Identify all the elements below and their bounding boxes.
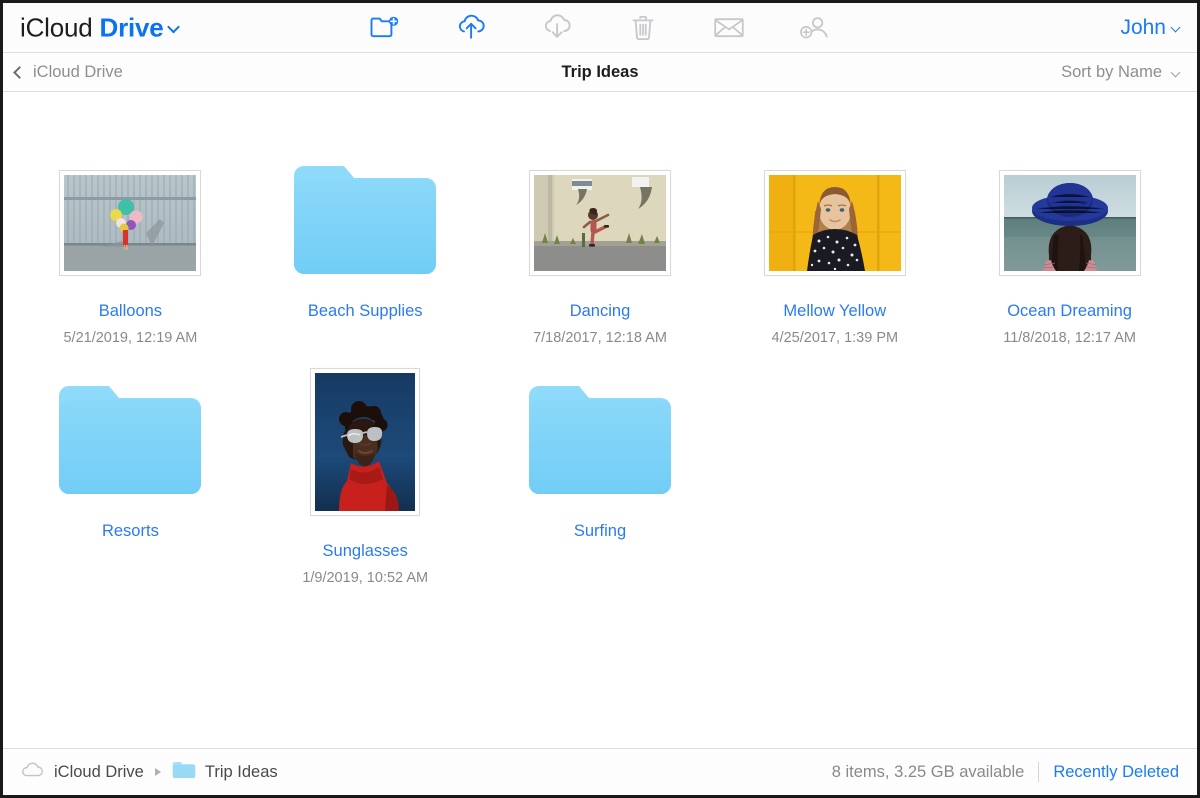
- file-date: 5/21/2019, 12:19 AM: [63, 330, 197, 346]
- toolbar: [3, 3, 1197, 52]
- download-icon: [541, 14, 573, 41]
- file-item-ocean-dreaming[interactable]: Ocean Dreaming 11/8/2018, 12:17 AM: [952, 126, 1187, 346]
- file-item-surfing[interactable]: Surfing: [483, 346, 718, 586]
- new-folder-button[interactable]: [365, 11, 405, 45]
- file-grid: Balloons 5/21/2019, 12:19 AM: [13, 126, 1187, 586]
- back-button[interactable]: iCloud Drive: [15, 63, 123, 82]
- photo-frame: [310, 368, 420, 516]
- breadcrumb-root-label: iCloud Drive: [54, 763, 144, 782]
- breadcrumb-separator-icon: [155, 768, 161, 776]
- folder-icon: [527, 384, 673, 496]
- breadcrumb-root[interactable]: iCloud Drive: [21, 762, 144, 783]
- chevron-down-icon: [169, 10, 178, 41]
- new-folder-icon: [370, 15, 400, 41]
- status-bar: iCloud Drive Trip Ideas 8 items, 3.25 GB…: [3, 748, 1197, 795]
- folder-icon-small: [172, 761, 196, 784]
- breadcrumb-current-label: Trip Ideas: [205, 763, 278, 782]
- file-name: Beach Supplies: [308, 302, 423, 322]
- file-grid-container: Balloons 5/21/2019, 12:19 AM: [3, 92, 1197, 748]
- file-item-balloons[interactable]: Balloons 5/21/2019, 12:19 AM: [13, 126, 248, 346]
- chevron-left-icon: [15, 63, 24, 82]
- cloud-icon: [21, 762, 45, 783]
- chevron-down-icon: [1172, 63, 1179, 82]
- file-item-mellow-yellow[interactable]: Mellow Yellow 4/25/2017, 1:39 PM: [717, 126, 952, 346]
- user-name-label: John: [1120, 16, 1166, 40]
- file-date: 11/8/2018, 12:17 AM: [1003, 330, 1136, 346]
- photo-thumbnail-dancing: [534, 175, 666, 271]
- file-name: Ocean Dreaming: [1007, 302, 1132, 322]
- mail-button[interactable]: [709, 11, 749, 45]
- breadcrumb-current[interactable]: Trip Ideas: [172, 761, 278, 784]
- user-account-menu[interactable]: John: [1120, 16, 1179, 40]
- photo-thumbnail-sunglasses: [315, 373, 415, 511]
- trash-icon: [630, 14, 656, 42]
- photo-frame: [764, 170, 906, 276]
- file-name: Surfing: [574, 522, 626, 542]
- status-right: 8 items, 3.25 GB available Recently Dele…: [832, 762, 1179, 782]
- storage-status: 8 items, 3.25 GB available: [832, 763, 1025, 782]
- photo-frame: [999, 170, 1141, 276]
- thumbnail-area: [527, 366, 673, 496]
- photo-frame: [529, 170, 671, 276]
- file-date: 4/25/2017, 1:39 PM: [772, 330, 899, 346]
- thumbnail-area: [310, 366, 420, 516]
- chevron-down-icon: [1172, 16, 1179, 40]
- thumbnail-area: [292, 146, 438, 276]
- photo-thumbnail-mellow-yellow: [769, 175, 901, 271]
- top-bar: iCloud Drive: [3, 3, 1197, 53]
- upload-button[interactable]: [451, 11, 491, 45]
- thumbnail-area: [999, 146, 1141, 276]
- file-date: 1/9/2019, 10:52 AM: [302, 570, 428, 586]
- download-button[interactable]: [537, 11, 577, 45]
- file-date: 7/18/2017, 12:18 AM: [533, 330, 667, 346]
- add-people-icon: [799, 14, 831, 41]
- photo-thumbnail-ocean-dreaming: [1004, 175, 1136, 271]
- file-name: Dancing: [570, 302, 631, 322]
- photo-frame: [59, 170, 201, 276]
- app-brand-menu[interactable]: iCloud Drive: [20, 12, 178, 43]
- file-item-sunglasses[interactable]: Sunglasses 1/9/2019, 10:52 AM: [248, 346, 483, 586]
- file-name: Balloons: [99, 302, 162, 322]
- sort-dropdown[interactable]: Sort by Name: [1061, 63, 1179, 82]
- file-item-resorts[interactable]: Resorts: [13, 346, 248, 586]
- file-name: Resorts: [102, 522, 159, 542]
- icloud-drive-window: iCloud Drive: [0, 0, 1200, 798]
- thumbnail-area: [529, 146, 671, 276]
- file-item-dancing[interactable]: Dancing 7/18/2017, 12:18 AM: [483, 126, 718, 346]
- sort-label: Sort by Name: [1061, 63, 1162, 82]
- recently-deleted-link[interactable]: Recently Deleted: [1053, 763, 1179, 782]
- back-label: iCloud Drive: [33, 63, 123, 82]
- thumbnail-area: [57, 366, 203, 496]
- file-name: Sunglasses: [323, 542, 408, 562]
- thumbnail-area: [59, 146, 201, 276]
- mail-icon: [713, 15, 745, 40]
- folder-icon: [292, 164, 438, 276]
- photo-thumbnail-balloons: [64, 175, 196, 271]
- delete-button[interactable]: [623, 11, 663, 45]
- breadcrumb: iCloud Drive Trip Ideas: [21, 761, 278, 784]
- file-name: Mellow Yellow: [783, 302, 886, 322]
- file-item-beach-supplies[interactable]: Beach Supplies: [248, 126, 483, 346]
- page-title: Trip Ideas: [3, 63, 1197, 82]
- nav-bar: iCloud Drive Trip Ideas Sort by Name: [3, 53, 1197, 92]
- add-people-button[interactable]: [795, 11, 835, 45]
- status-divider: [1038, 762, 1039, 782]
- upload-icon: [455, 14, 487, 41]
- folder-icon: [57, 384, 203, 496]
- brand-icloud-text: iCloud: [20, 12, 93, 43]
- thumbnail-area: [764, 146, 906, 276]
- brand-drive-text: Drive: [100, 12, 164, 43]
